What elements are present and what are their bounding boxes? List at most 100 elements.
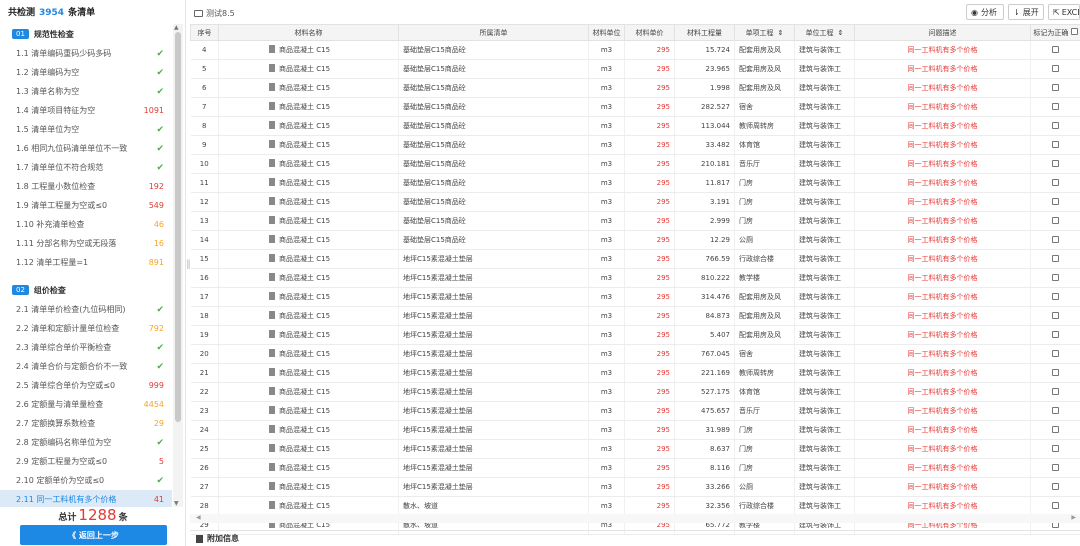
mark-correct-checkbox[interactable] [1052,178,1059,186]
table-row[interactable]: 18 商品混凝土 C15 地坪C15素混凝土垫层 m3 295 84.873 配套用房及风建… [190,306,1080,326]
mark-correct-checkbox[interactable] [1052,463,1059,471]
mark-correct-checkbox[interactable] [1052,159,1059,167]
mark-correct-checkbox[interactable] [1052,254,1059,262]
back-button[interactable]: 《 返回上一步 [20,525,167,545]
table-row[interactable]: 27 商品混凝土 C15 地坪C15素混凝土垫层 m3 295 33.266 公厕 建筑与装饰… [190,477,1080,497]
mark-correct-checkbox[interactable] [1052,482,1059,490]
table-row[interactable]: 10 商品混凝土 C15 基础垫层C15商品砼 m3 295 210.181 音乐厅 建筑与装… [190,154,1080,174]
table-row[interactable]: 7 商品混凝土 C15 基础垫层C15商品砼 m3 295 282.527 宿舍 建筑与装饰工… [190,97,1080,117]
table-row[interactable]: 23 商品混凝土 C15 地坪C15素混凝土垫层 m3 295 475.657 音乐厅 建筑与… [190,401,1080,421]
check-item[interactable]: 1.4 清单项目特征为空 1091 [0,101,172,120]
analyze-button[interactable]: ◉ 分析 [966,4,1004,20]
check-item[interactable]: 1.9 清单工程量为空或≤0 549 [0,196,172,215]
check-item[interactable]: 2.9 定额工程量为空或≤0 5 [0,452,172,471]
mark-correct-checkbox[interactable] [1052,387,1059,395]
mark-correct-checkbox[interactable] [1052,406,1059,414]
table-row[interactable]: 8 商品混凝土 C15 基础垫层C15商品砼 m3 295 113.044 教师周转房 建筑与… [190,116,1080,136]
mark-correct-checkbox[interactable] [1052,273,1059,281]
table-row[interactable]: 19 商品混凝土 C15 地坪C15素混凝土垫层 m3 295 5.407 配套用房及风 建筑… [190,325,1080,345]
check-group-header[interactable]: 02 组价检查 [0,280,172,300]
check-group-header[interactable]: 01 规范性检查 [0,24,172,44]
sort-icon[interactable]: ⇕ [838,29,844,37]
scroll-right-icon[interactable]: ▶ [1071,514,1076,521]
check-item[interactable]: 1.1 清单编码重码少码多码 ✔ [0,44,172,63]
table-row[interactable]: 21 商品混凝土 C15 地坪C15素混凝土垫层 m3 295 221.169 教师周转房建… [190,363,1080,383]
mark-correct-checkbox[interactable] [1052,349,1059,357]
mark-correct-checkbox[interactable] [1052,292,1059,300]
scrollbar-thumb[interactable] [175,32,181,422]
check-item[interactable]: 1.10 补充清单检查 46 [0,215,172,234]
mark-correct-checkbox[interactable] [1052,121,1059,129]
table-row[interactable]: 16 商品混凝土 C15 地坪C15素混凝土垫层 m3 295 810.222 教学楼 建筑与… [190,268,1080,288]
mark-correct-checkbox[interactable] [1052,64,1059,72]
check-item[interactable]: 2.6 定额量与清单量检查 4454 [0,395,172,414]
table-row[interactable]: 25 商品混凝土 C15 地坪C15素混凝土垫层 m3 295 8.637 门房 建筑与装饰工… [190,439,1080,459]
check-item[interactable]: 2.11 同一工料机有多个价格 41 [0,490,172,507]
check-item[interactable]: 1.8 工程量小数位检查 192 [0,177,172,196]
check-item[interactable]: 2.8 定额编码名称单位为空 ✔ [0,433,172,452]
table-row[interactable]: 28 商品混凝土 C15 散水、坡道 m3 295 32.356 行政综合楼 建筑与装饰工 同一… [190,496,1080,516]
table-row[interactable]: 9 商品混凝土 C15 基础垫层C15商品砼 m3 295 33.482 体育馆 建筑与装饰工… [190,135,1080,155]
select-all-checkbox[interactable] [1070,27,1078,35]
check-item[interactable]: 2.10 定额单价为空或≤0 ✔ [0,471,172,490]
table-row[interactable]: 22 商品混凝土 C15 地坪C15素混凝土垫层 m3 295 527.175 体育馆 建筑与… [190,382,1080,402]
check-item[interactable]: 1.7 清单单位不符合规范 ✔ [0,158,172,177]
col-quantity-header[interactable]: 材料工程量 [674,24,735,41]
scroll-up-icon[interactable]: ▲ [174,24,179,31]
check-item[interactable]: 1.2 清单编码为空 ✔ [0,63,172,82]
check-item[interactable]: 1.6 相同九位码清单单位不一致 ✔ [0,139,172,158]
table-row[interactable]: 26 商品混凝土 C15 地坪C15素混凝土垫层 m3 295 8.116 门房 建筑与装饰工… [190,458,1080,478]
col-price-header[interactable]: 材料单价 [624,24,675,41]
col-unit-project-header[interactable]: 单位工程 ⇕ [794,24,855,41]
mark-correct-checkbox[interactable] [1052,425,1059,433]
col-material-name-header[interactable]: 材料名称 [218,24,399,41]
expand-button[interactable]: ⇂ 展开 [1008,4,1044,20]
table-row[interactable]: 24 商品混凝土 C15 地坪C15素混凝土垫层 m3 295 31.989 门房 建筑与装饰… [190,420,1080,440]
mark-correct-checkbox[interactable] [1052,444,1059,452]
mark-correct-checkbox[interactable] [1052,45,1059,53]
horizontal-scrollbar[interactable]: ◀ ▶ [190,514,1080,523]
mark-correct-checkbox[interactable] [1052,311,1059,319]
check-item[interactable]: 1.3 清单名称为空 ✔ [0,82,172,101]
mark-correct-checkbox[interactable] [1052,83,1059,91]
table-row[interactable]: 17 商品混凝土 C15 地坪C15素混凝土垫层 m3 295 314.476 配套用房及风… [190,287,1080,307]
col-unit-header[interactable]: 材料单位 [588,24,625,41]
check-item[interactable]: 1.12 清单工程量=1 891 [0,253,172,272]
mark-correct-checkbox[interactable] [1052,235,1059,243]
scroll-left-icon[interactable]: ◀ [196,514,201,521]
table-row[interactable]: 20 商品混凝土 C15 地坪C15素混凝土垫层 m3 295 767.045 宿舍 建筑与装… [190,344,1080,364]
col-problem-header[interactable]: 问题描述 [854,24,1031,41]
check-list-scrollbar[interactable]: ▲ ▼ [173,24,183,507]
table-row[interactable]: 15 商品混凝土 C15 地坪C15素混凝土垫层 m3 295 766.59 行政综合楼 建筑… [190,249,1080,269]
check-item[interactable]: 2.5 清单综合单价为空或≤0 999 [0,376,172,395]
check-item[interactable]: 2.2 清单和定额计量单位检查 792 [0,319,172,338]
sort-icon[interactable]: ⇕ [778,29,784,37]
col-index-header[interactable]: 序号 [190,24,219,41]
table-row[interactable]: 5 商品混凝土 C15 基础垫层C15商品砼 m3 295 23.965 配套用房及风 建筑与… [190,59,1080,79]
col-bill-header[interactable]: 所属清单 [398,24,589,41]
check-item[interactable]: 2.1 清单单价检查(九位码相同) ✔ [0,300,172,319]
table-row[interactable]: 11 商品混凝土 C15 基础垫层C15商品砼 m3 295 11.817 门房 建筑与装饰工… [190,173,1080,193]
mark-correct-checkbox[interactable] [1052,330,1059,338]
check-item[interactable]: 2.7 定额换算系数检查 29 [0,414,172,433]
table-row[interactable]: 6 商品混凝土 C15 基础垫层C15商品砼 m3 295 1.998 配套用房及风 建筑与装… [190,78,1080,98]
mark-correct-checkbox[interactable] [1052,368,1059,376]
col-mark-correct-header[interactable]: 标记为正确 [1030,24,1080,41]
table-row[interactable]: 14 商品混凝土 C15 基础垫层C15商品砼 m3 295 12.29 公厕 建筑与装饰工同… [190,230,1080,250]
table-row[interactable]: 4 商品混凝土 C15 基础垫层C15商品砼 m3 295 15.724 配套用房及风 建筑与… [190,40,1080,60]
col-single-project-header[interactable]: 单项工程 ⇕ [734,24,795,41]
additional-info-bar[interactable]: 附加信息 [190,530,1080,546]
check-item[interactable]: 2.3 清单综合单价平衡检查 ✔ [0,338,172,357]
check-item[interactable]: 1.5 清单单位为空 ✔ [0,120,172,139]
table-row[interactable]: 12 商品混凝土 C15 基础垫层C15商品砼 m3 295 3.191 门房 建筑与装饰工同… [190,192,1080,212]
check-item[interactable]: 2.4 清单合价与定额合价不一致 ✔ [0,357,172,376]
export-excel-button[interactable]: ⇱EXCE [1048,4,1080,20]
mark-correct-checkbox[interactable] [1052,140,1059,148]
mark-correct-checkbox[interactable] [1052,216,1059,224]
mark-correct-checkbox[interactable] [1052,501,1059,509]
breadcrumb-project[interactable]: 测试8.5 [206,9,235,18]
mark-correct-checkbox[interactable] [1052,197,1059,205]
mark-correct-checkbox[interactable] [1052,102,1059,110]
check-item[interactable]: 1.11 分部名称为空或无段落 16 [0,234,172,253]
table-row[interactable]: 13 商品混凝土 C15 基础垫层C15商品砼 m3 295 2.999 门房 建筑与装饰工同… [190,211,1080,231]
